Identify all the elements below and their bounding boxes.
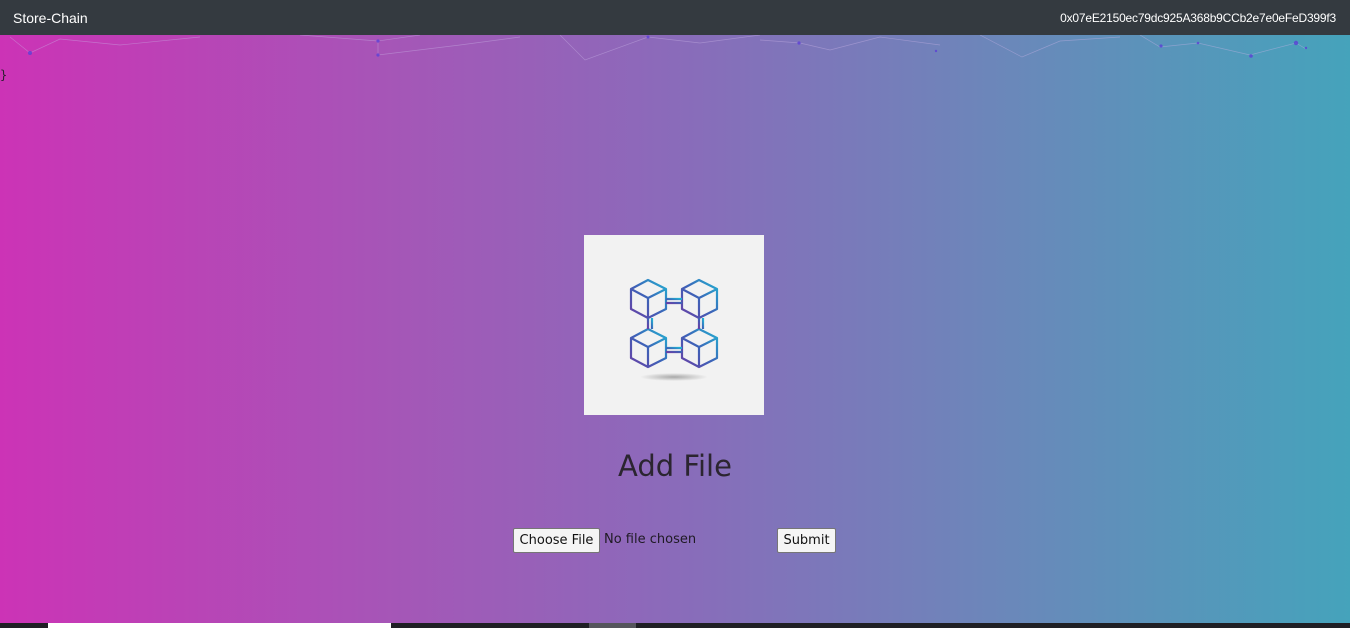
choose-file-button[interactable]: Choose File (513, 528, 600, 553)
bottom-strip-segment (589, 623, 636, 628)
file-status-text: No file chosen (604, 532, 697, 547)
account-address: 0x07eE2150ec79dc925A368b9CCb2e7e0eFeD399… (1060, 10, 1336, 25)
submit-button[interactable]: Submit (777, 528, 836, 553)
network-background-decoration (9, 35, 1308, 61)
top-navbar: Store-Chain 0x07eE2150ec79dc925A368b9CCb… (0, 0, 1350, 35)
bottom-taskbar-strip (0, 623, 1350, 628)
stray-text: } (0, 68, 8, 82)
bottom-strip-segment (48, 623, 391, 628)
page-title: Add File (618, 449, 732, 483)
brand-name[interactable]: Store-Chain (13, 10, 88, 26)
logo-image (584, 235, 764, 415)
blockchain-cubes-icon (629, 278, 719, 381)
